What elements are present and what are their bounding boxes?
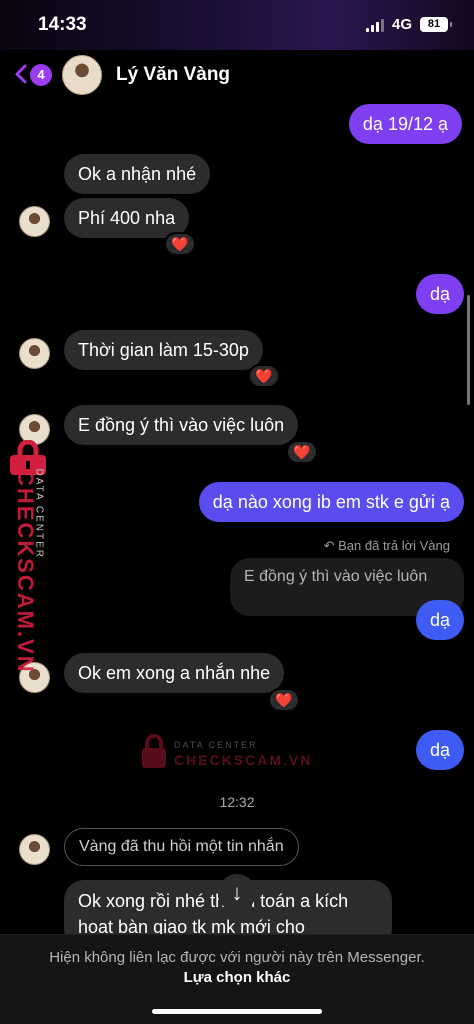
back-button[interactable]: 4: [12, 62, 52, 88]
heart-reaction-icon[interactable]: ❤️: [164, 232, 196, 256]
message-incoming[interactable]: Thời gian làm 15-30p: [64, 330, 263, 370]
heart-reaction-icon[interactable]: ❤️: [248, 364, 280, 388]
home-indicator[interactable]: [152, 1009, 322, 1014]
reply-indicator-text: Bạn đã trả lời Vàng: [338, 538, 450, 553]
contact-avatar[interactable]: [62, 55, 102, 95]
message-timestamp: 12:32: [219, 794, 255, 810]
unavailable-notice: Hiện không liên lạc được với người này t…: [49, 949, 425, 966]
message-outgoing[interactable]: dạ 19/12 ạ: [348, 104, 462, 144]
watermark-center: DATA CENTER CHECKSCAM.VN: [140, 732, 310, 772]
message-outgoing[interactable]: dạ nào xong ib em stk e gửi ạ: [198, 482, 464, 522]
unread-count-badge: 4: [30, 64, 52, 86]
watermark-brand: CHECKSCAM.VN: [174, 752, 313, 768]
network-type: 4G: [392, 16, 413, 33]
chat-header: 4 Lý Văn Vàng: [0, 50, 474, 100]
composer-unavailable-footer: Hiện không liên lạc được với người này t…: [0, 934, 474, 1024]
other-options-link[interactable]: Lựa chọn khác: [0, 969, 474, 986]
reply-indicator: ↶ Bạn đã trả lời Vàng: [324, 538, 450, 554]
recalled-message-notice: Vàng đã thu hồi một tin nhắn: [64, 828, 299, 866]
message-outgoing[interactable]: dạ: [415, 730, 464, 770]
status-bar: 14:33 4G 81: [0, 0, 474, 50]
battery-icon: 81: [420, 17, 452, 32]
message-outgoing[interactable]: dạ: [415, 274, 464, 314]
message-incoming[interactable]: Ok em xong a nhắn nhe: [64, 653, 285, 693]
signal-icon: [366, 19, 386, 32]
chevron-left-icon: [15, 64, 27, 84]
contact-name[interactable]: Lý Văn Vàng: [116, 64, 230, 86]
message-incoming[interactable]: Ok a nhận nhé: [64, 154, 211, 194]
sender-avatar[interactable]: [19, 834, 50, 865]
heart-reaction-icon[interactable]: ❤️: [286, 440, 318, 464]
reply-icon: ↶: [323, 538, 339, 553]
message-incoming[interactable]: E đồng ý thì vào việc luôn: [64, 405, 299, 445]
lock-icon: [142, 734, 166, 768]
status-time: 14:33: [38, 14, 87, 35]
sender-avatar[interactable]: [19, 338, 50, 369]
heart-reaction-icon[interactable]: ❤️: [268, 688, 300, 712]
watermark-side: DATA CENTER CHECKSCAM.VN: [4, 440, 54, 674]
message-list[interactable]: dạ 19/12 ạ Ok a nhận nhé Phí 400 nha ❤️ …: [0, 100, 474, 934]
watermark-brand: CHECKSCAM.VN: [13, 470, 38, 674]
message-outgoing[interactable]: dạ: [415, 600, 464, 640]
scroll-to-bottom-button[interactable]: ↓: [218, 874, 256, 912]
scrollbar[interactable]: [467, 295, 470, 405]
sender-avatar[interactable]: [19, 206, 50, 237]
watermark-tagline: DATA CENTER: [174, 740, 258, 750]
